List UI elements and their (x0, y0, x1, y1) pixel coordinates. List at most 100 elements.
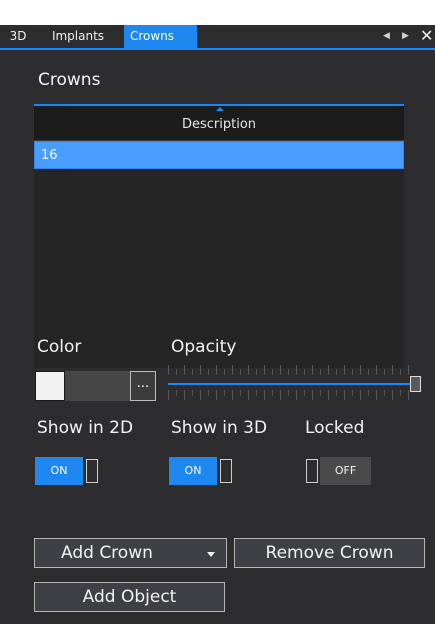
opacity-slider[interactable] (168, 361, 424, 403)
slider-tick (320, 390, 321, 396)
tab-3d[interactable]: 3D (5, 25, 31, 48)
slider-tick (360, 390, 361, 400)
slider-tick (184, 365, 185, 375)
slider-tick (248, 365, 249, 375)
color-label: Color (37, 337, 82, 357)
slider-tick (352, 390, 353, 396)
slider-tick (176, 390, 177, 396)
slider-tick (344, 390, 345, 400)
slider-tick (264, 365, 265, 375)
slider-tick (272, 369, 273, 375)
color-bar (65, 371, 130, 401)
opacity-label: Opacity (171, 337, 237, 357)
caret-left-icon[interactable]: ◀ (383, 25, 390, 48)
slider-tick (400, 390, 401, 396)
slider-tick (192, 390, 193, 396)
tab-implants[interactable]: Implants (33, 25, 123, 48)
slider-tick (408, 390, 409, 400)
slider-ticks-bottom (168, 390, 418, 400)
slider-tick (200, 390, 201, 400)
slider-tick (400, 369, 401, 375)
slider-tick (344, 365, 345, 375)
crowns-list[interactable]: Description 16 (34, 104, 404, 368)
list-item[interactable]: 16 (34, 141, 404, 169)
slider-tick (376, 365, 377, 375)
slider-tick (328, 365, 329, 375)
add-crown-button[interactable]: Add Crown (34, 538, 227, 568)
list-item-label: 16 (41, 148, 58, 163)
remove-crown-button[interactable]: Remove Crown (234, 538, 425, 568)
slider-tick (376, 390, 377, 400)
slider-tick (384, 369, 385, 375)
close-icon[interactable]: ✕ (420, 25, 433, 48)
list-header[interactable]: Description (34, 106, 404, 141)
slider-tick (280, 390, 281, 400)
toggle-on-label: ON (35, 457, 83, 485)
slider-tick (384, 390, 385, 396)
slider-tick (240, 390, 241, 396)
slider-tick (360, 365, 361, 375)
locked-label: Locked (305, 418, 365, 438)
slider-tick (232, 365, 233, 375)
show-in-3d-toggle[interactable]: ON (169, 457, 237, 485)
slider-tick (272, 390, 273, 396)
section-title: Crowns (38, 70, 101, 90)
slider-tick (168, 390, 169, 400)
slider-tick (328, 390, 329, 400)
show-in-2d-label: Show in 2D (37, 418, 134, 438)
slider-tick (208, 369, 209, 375)
show-in-2d-toggle[interactable]: ON (35, 457, 103, 485)
toggle-on-label: ON (169, 457, 217, 485)
slider-tick (216, 390, 217, 400)
slider-tick (280, 365, 281, 375)
slider-tick (368, 390, 369, 396)
slider-tick (248, 390, 249, 400)
slider-tick (264, 390, 265, 400)
slider-tick (216, 365, 217, 375)
slider-tick (296, 390, 297, 400)
slider-tick (200, 365, 201, 375)
toggle-off-label: OFF (320, 457, 371, 485)
locked-toggle[interactable]: OFF (303, 457, 371, 485)
slider-tick (208, 390, 209, 396)
slider-tick (296, 365, 297, 375)
toggle-handle (86, 459, 98, 483)
slider-tick (312, 365, 313, 375)
slider-tick (288, 369, 289, 375)
sort-ascending-icon (216, 107, 224, 111)
add-crown-label: Add Crown (61, 543, 153, 563)
slider-tick (256, 390, 257, 396)
slider-tick (232, 390, 233, 400)
slider-tick (168, 365, 169, 375)
show-in-3d-label: Show in 3D (171, 418, 268, 438)
slider-tick (312, 390, 313, 400)
slider-tick (408, 365, 409, 375)
slider-thumb[interactable] (410, 376, 421, 392)
slider-tick (240, 369, 241, 375)
dropdown-arrow-icon[interactable] (207, 552, 215, 557)
slider-tick (320, 369, 321, 375)
slider-fill (168, 383, 410, 385)
slider-tick (184, 390, 185, 400)
color-swatch[interactable] (35, 371, 65, 401)
toggle-handle (306, 459, 318, 483)
slider-tick (304, 390, 305, 396)
slider-tick (352, 369, 353, 375)
slider-tick (224, 369, 225, 375)
slider-tick (304, 369, 305, 375)
column-header-description[interactable]: Description (34, 117, 404, 132)
slider-tick (224, 390, 225, 396)
slider-tick (336, 369, 337, 375)
slider-tick (392, 390, 393, 400)
caret-right-icon[interactable]: ▶ (402, 25, 409, 48)
slider-ticks-top (168, 365, 418, 375)
slider-tick (176, 369, 177, 375)
add-object-button[interactable]: Add Object (34, 582, 225, 612)
slider-tick (192, 369, 193, 375)
slider-tick (368, 369, 369, 375)
slider-tick (336, 390, 337, 396)
color-picker-button[interactable]: ... (130, 371, 156, 401)
slider-tick (256, 369, 257, 375)
tab-bar: 3D Implants Crowns ◀ ▶ ✕ (0, 25, 435, 50)
tab-crowns[interactable]: Crowns (124, 25, 197, 48)
